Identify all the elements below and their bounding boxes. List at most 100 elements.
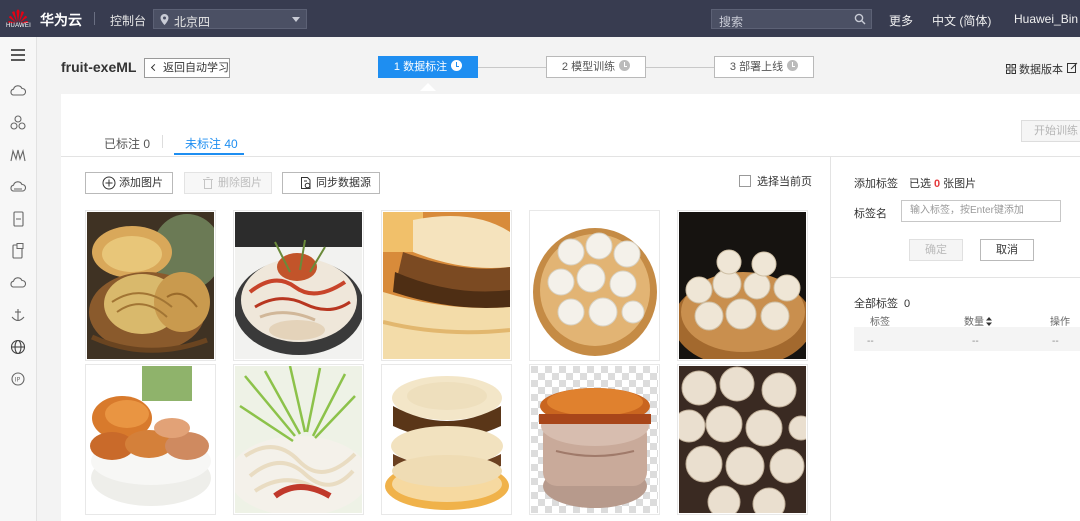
step-connector xyxy=(646,67,714,68)
chevron-down-icon xyxy=(292,17,300,22)
select-current-page[interactable]: 选择当前页 xyxy=(739,173,812,189)
selected-count: 已选 0 张图片 xyxy=(909,175,976,191)
table-row: -- -- -- xyxy=(854,327,1080,351)
image-thumbnail[interactable] xyxy=(529,210,660,361)
divider xyxy=(831,277,1080,278)
tab-unlabeled[interactable]: 未标注 40 xyxy=(185,135,238,152)
tab-labeled[interactable]: 已标注 0 xyxy=(104,135,150,152)
cell-count: -- xyxy=(972,336,979,347)
storage-icon[interactable] xyxy=(9,242,27,260)
add-image-button[interactable]: 添加图片 xyxy=(85,172,173,194)
all-labels-count: 0 xyxy=(904,298,911,310)
image-thumbnail[interactable] xyxy=(85,210,216,361)
column-header-action: 操作 xyxy=(1050,317,1070,328)
search-icon[interactable] xyxy=(854,13,866,25)
sort-icon xyxy=(986,317,992,326)
cloud-icon[interactable] xyxy=(9,82,27,100)
user-menu[interactable]: Huawei_Bin xyxy=(1014,12,1078,26)
image-thumbnail[interactable] xyxy=(677,364,808,515)
image-thumbnail[interactable] xyxy=(85,364,216,515)
delete-image-button[interactable]: 删除图片 xyxy=(184,172,272,194)
cancel-button[interactable]: 取消 xyxy=(980,239,1034,261)
edit-icon[interactable] xyxy=(1067,62,1078,73)
add-label-title: 添加标签 xyxy=(854,178,898,190)
select-page-label: 选择当前页 xyxy=(757,176,812,188)
grid-icon xyxy=(1006,64,1016,74)
dried-persimmon-bowl-image xyxy=(87,366,214,513)
column-header-count[interactable]: 数量 xyxy=(964,313,992,328)
liangpi-cucumber-image xyxy=(235,366,362,513)
service-icon[interactable] xyxy=(9,146,27,164)
project-title: fruit-exeML xyxy=(61,59,137,75)
tab-bar: 已标注 0 未标注 40 开始训练 xyxy=(61,94,1080,157)
confirm-button[interactable]: 确定 xyxy=(909,239,963,261)
device-icon[interactable] xyxy=(9,210,27,228)
step-label: 1 数据标注 xyxy=(393,61,448,73)
selected-number: 0 xyxy=(934,178,941,190)
image-thumbnail[interactable] xyxy=(233,210,364,361)
brand-name[interactable]: 华为云 xyxy=(40,10,82,30)
all-labels-heading: 全部标签 0 xyxy=(854,295,910,311)
cloud-server-icon[interactable] xyxy=(9,178,27,196)
select-page-checkbox[interactable] xyxy=(739,175,751,187)
back-button[interactable]: 返回自动学习 xyxy=(144,58,230,78)
selected-suffix: 张图片 xyxy=(943,178,977,190)
add-circle-icon xyxy=(102,176,116,190)
region-value: 北京四 xyxy=(174,15,211,29)
delete-image-label: 删除图片 xyxy=(218,177,262,189)
side-nav: IP xyxy=(0,37,37,521)
search-placeholder: 搜索 xyxy=(719,15,744,29)
active-tab-underline xyxy=(174,153,244,155)
label-name-input[interactable]: 输入标签，按Enter键添加 xyxy=(901,200,1061,222)
step-connector xyxy=(478,67,546,68)
sync-source-label: 同步数据源 xyxy=(316,177,371,189)
roujiamo-basket-image xyxy=(87,212,214,359)
cloud-upload-icon[interactable] xyxy=(9,274,27,292)
divider xyxy=(94,12,95,25)
main-panel: 已标注 0 未标注 40 开始训练 添加图片 删除图片 同步数据源 选择当前页 xyxy=(61,94,1080,521)
cell-label: -- xyxy=(867,336,874,347)
selected-prefix: 已选 xyxy=(909,178,931,190)
step-train[interactable]: 2 模型训练 xyxy=(546,56,646,78)
anchor-icon[interactable] xyxy=(9,306,27,324)
tab-divider xyxy=(162,135,163,148)
logo-text: HUAWEI xyxy=(6,23,31,29)
clock-icon xyxy=(787,60,799,71)
back-label: 返回自动学习 xyxy=(163,62,229,74)
column-header-label: 标签 xyxy=(870,317,890,328)
step-deploy[interactable]: 3 部署上线 xyxy=(714,56,814,78)
sync-file-icon xyxy=(301,177,311,189)
label-name-label: 标签名 xyxy=(854,208,887,220)
more-menu[interactable]: 更多 xyxy=(889,12,913,29)
region-select[interactable]: 北京四 xyxy=(153,9,307,29)
image-thumbnail[interactable] xyxy=(529,364,660,515)
globe-icon[interactable] xyxy=(9,338,27,356)
menu-icon[interactable] xyxy=(9,46,27,64)
cell-action: -- xyxy=(1052,336,1059,347)
image-thumbnail[interactable] xyxy=(677,210,808,361)
search-input[interactable]: 搜索 xyxy=(711,9,872,29)
soup-dumplings-dark-image xyxy=(679,366,806,513)
persimmon-cake-image xyxy=(531,366,658,513)
language-menu[interactable]: 中文 (简体) xyxy=(932,12,991,29)
start-training-button[interactable]: 开始训练 xyxy=(1021,120,1080,142)
roujiamo-closeup-image xyxy=(383,212,510,359)
liangpi-chili-image xyxy=(235,212,362,359)
image-thumbnail[interactable] xyxy=(233,364,364,515)
step-label: 3 部署上线 xyxy=(729,61,784,73)
add-image-label: 添加图片 xyxy=(119,177,163,189)
trash-icon xyxy=(203,177,213,189)
data-version-label: 数据版本 xyxy=(1019,64,1063,76)
label-panel: 添加标签 已选 0 张图片 标签名 输入标签，按Enter键添加 确定 取消 全部标… xyxy=(831,157,1080,521)
step-annotate[interactable]: 1 数据标注 xyxy=(378,56,478,78)
all-labels-title: 全部标签 xyxy=(854,298,898,310)
image-thumbnail[interactable] xyxy=(381,364,512,515)
network-icon[interactable] xyxy=(9,114,27,132)
ip-icon[interactable]: IP xyxy=(9,370,27,388)
image-thumbnail[interactable] xyxy=(381,210,512,361)
clock-icon xyxy=(619,60,631,71)
data-version-link[interactable]: 数据版本 xyxy=(1006,61,1063,77)
console-link[interactable]: 控制台 xyxy=(110,12,146,29)
sync-source-button[interactable]: 同步数据源 xyxy=(282,172,380,194)
svg-text:IP: IP xyxy=(15,376,21,383)
